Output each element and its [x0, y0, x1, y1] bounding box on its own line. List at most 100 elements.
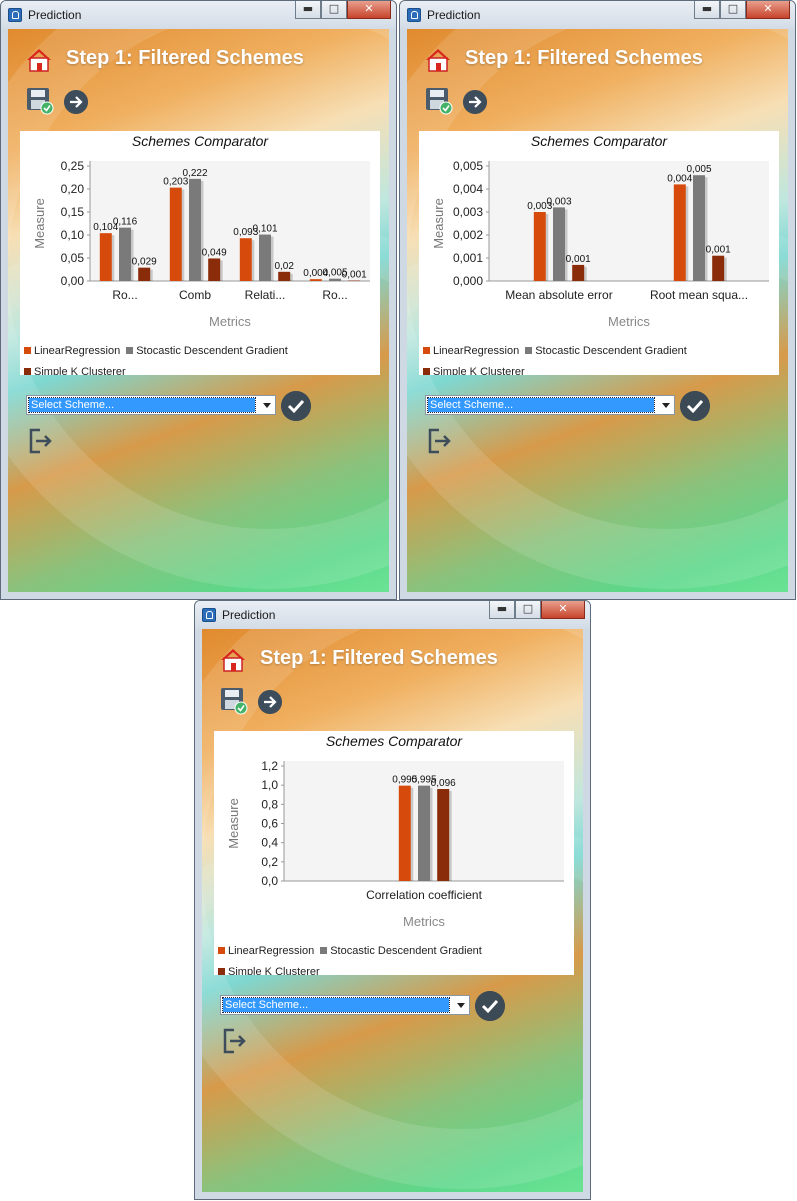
- y-tick-label: 0,10: [61, 228, 85, 242]
- y-tick-label: 1,0: [261, 778, 278, 792]
- next-arrow-icon[interactable]: [258, 690, 282, 714]
- bar-shadow: [430, 787, 433, 881]
- minimize-button[interactable]: ▬: [295, 1, 321, 19]
- minimize-button[interactable]: ▬: [489, 601, 515, 619]
- home-icon[interactable]: [220, 647, 246, 673]
- maximize-button[interactable]: □: [515, 601, 541, 619]
- bar-shadow: [150, 269, 153, 281]
- save-icon[interactable]: [425, 87, 453, 115]
- y-axis-label: Measure: [32, 198, 47, 249]
- bar-value-label: 0,02: [274, 261, 294, 272]
- window-controls: ▬ □ ✕: [295, 1, 391, 20]
- save-icon[interactable]: [220, 687, 248, 715]
- prediction-window-2: Prediction ▬ □ ✕ Step 1: Filtered Scheme…: [399, 0, 796, 600]
- bar-linearregression: [239, 238, 252, 281]
- bar-linearregression: [309, 279, 322, 281]
- maximize-button[interactable]: □: [321, 1, 347, 19]
- scheme-select-value: Select Scheme...: [28, 397, 256, 413]
- bar-shadow: [685, 186, 689, 281]
- step-title: Step 1: Filtered Schemes: [465, 47, 703, 69]
- home-icon[interactable]: [26, 47, 52, 73]
- bar-shadow: [584, 266, 587, 281]
- save-icon[interactable]: [26, 87, 54, 115]
- legend-label: Simple K Clusterer: [228, 966, 320, 975]
- plot-area: [489, 161, 769, 281]
- y-tick-label: 0,25: [61, 159, 85, 173]
- step-title: Step 1: Filtered Schemes: [66, 47, 304, 69]
- legend-label: Simple K Clusterer: [34, 366, 126, 375]
- bar-linearregression: [673, 184, 686, 281]
- exit-icon[interactable]: [427, 427, 453, 455]
- window-controls: ▬ □ ✕: [489, 601, 585, 620]
- bar-stocastic-descendent-gradient: [418, 785, 430, 881]
- scheme-select-value: Select Scheme...: [222, 997, 450, 1013]
- bar-value-label: 0,096: [431, 778, 456, 789]
- bar-stocastic-descendent-gradient: [329, 278, 341, 281]
- y-tick-label: 0,2: [261, 855, 278, 869]
- legend-item: Stocastic Descendent Gradient: [126, 345, 288, 357]
- scheme-select-value: Select Scheme...: [427, 397, 655, 413]
- confirm-check-icon[interactable]: [281, 391, 311, 421]
- close-button[interactable]: ✕: [746, 1, 790, 19]
- bar-shadow: [181, 189, 185, 281]
- chevron-down-icon[interactable]: [457, 1003, 465, 1008]
- bar-value-label: 0,101: [252, 224, 277, 235]
- title-bar[interactable]: Prediction ▬ □ ✕: [1, 1, 396, 29]
- close-button[interactable]: ✕: [541, 601, 585, 619]
- bar-shadow: [705, 177, 708, 281]
- app-icon: [202, 608, 216, 622]
- x-tick-label: Correlation coefficient: [366, 888, 483, 902]
- confirm-check-icon[interactable]: [680, 391, 710, 421]
- legend-swatch: [423, 368, 430, 375]
- step-title: Step 1: Filtered Schemes: [260, 647, 498, 669]
- title-bar[interactable]: Prediction ▬ □ ✕: [195, 601, 590, 629]
- next-arrow-icon[interactable]: [463, 90, 487, 114]
- exit-icon[interactable]: [222, 1027, 248, 1055]
- exit-icon[interactable]: [28, 427, 54, 455]
- legend-label: LinearRegression: [34, 345, 121, 357]
- legend-label: LinearRegression: [228, 945, 315, 957]
- legend-swatch: [24, 368, 31, 375]
- legend-item: LinearRegression: [24, 345, 120, 357]
- y-axis-label: Measure: [431, 198, 446, 249]
- scheme-select[interactable]: Select Scheme...: [220, 995, 470, 1015]
- next-arrow-icon[interactable]: [64, 90, 88, 114]
- chevron-down-icon[interactable]: [662, 403, 670, 408]
- confirm-check-icon[interactable]: [475, 991, 505, 1021]
- legend-label: Stocastic Descendent Gradient: [535, 345, 687, 357]
- y-tick-label: 1,2: [261, 759, 278, 773]
- legend-swatch: [218, 968, 225, 975]
- y-tick-label: 0,001: [453, 251, 483, 265]
- home-icon[interactable]: [425, 47, 451, 73]
- legend-swatch: [320, 947, 328, 954]
- prediction-window-3: Prediction ▬ □ ✕ Step 1: Filtered Scheme…: [194, 600, 591, 1200]
- bar-value-label: 0,005: [686, 164, 711, 175]
- bar-linearregression: [398, 785, 411, 881]
- scheme-select[interactable]: Select Scheme...: [26, 395, 276, 415]
- chart-legend: LinearRegression Stocastic Descendent Gra…: [24, 341, 376, 375]
- y-axis-label: Measure: [226, 798, 241, 849]
- close-button[interactable]: ✕: [347, 1, 391, 19]
- maximize-button[interactable]: □: [720, 1, 746, 19]
- bar-chart: 0,000 0,001 0,002 0,003 0,004 0,005 Measure Met…: [431, 159, 769, 329]
- chevron-down-icon[interactable]: [263, 403, 271, 408]
- legend-item: LinearRegression: [423, 345, 519, 357]
- y-tick-label: 0,005: [453, 159, 483, 173]
- chart-legend: LinearRegression Stocastic Descendent Gra…: [423, 341, 775, 375]
- legend-label: Stocastic Descendent Gradient: [330, 945, 482, 957]
- bar-stocastic-descendent-gradient: [553, 207, 565, 281]
- x-tick-label: Comb: [179, 288, 211, 302]
- scheme-select[interactable]: Select Scheme...: [425, 395, 675, 415]
- window-title: Prediction: [222, 608, 276, 622]
- legend-swatch: [218, 947, 225, 954]
- window-controls: ▬ □ ✕: [694, 1, 790, 20]
- x-tick-label: Ro...: [112, 288, 137, 302]
- bar-simple-k-clusterer: [712, 255, 725, 281]
- x-tick-label: Mean absolute error: [505, 288, 612, 302]
- bar-shadow: [565, 209, 568, 281]
- bar-shadow: [220, 260, 223, 281]
- bar-simple-k-clusterer: [208, 258, 221, 281]
- bar-stocastic-descendent-gradient: [119, 227, 131, 281]
- title-bar[interactable]: Prediction ▬ □ ✕: [400, 1, 795, 29]
- minimize-button[interactable]: ▬: [694, 1, 720, 19]
